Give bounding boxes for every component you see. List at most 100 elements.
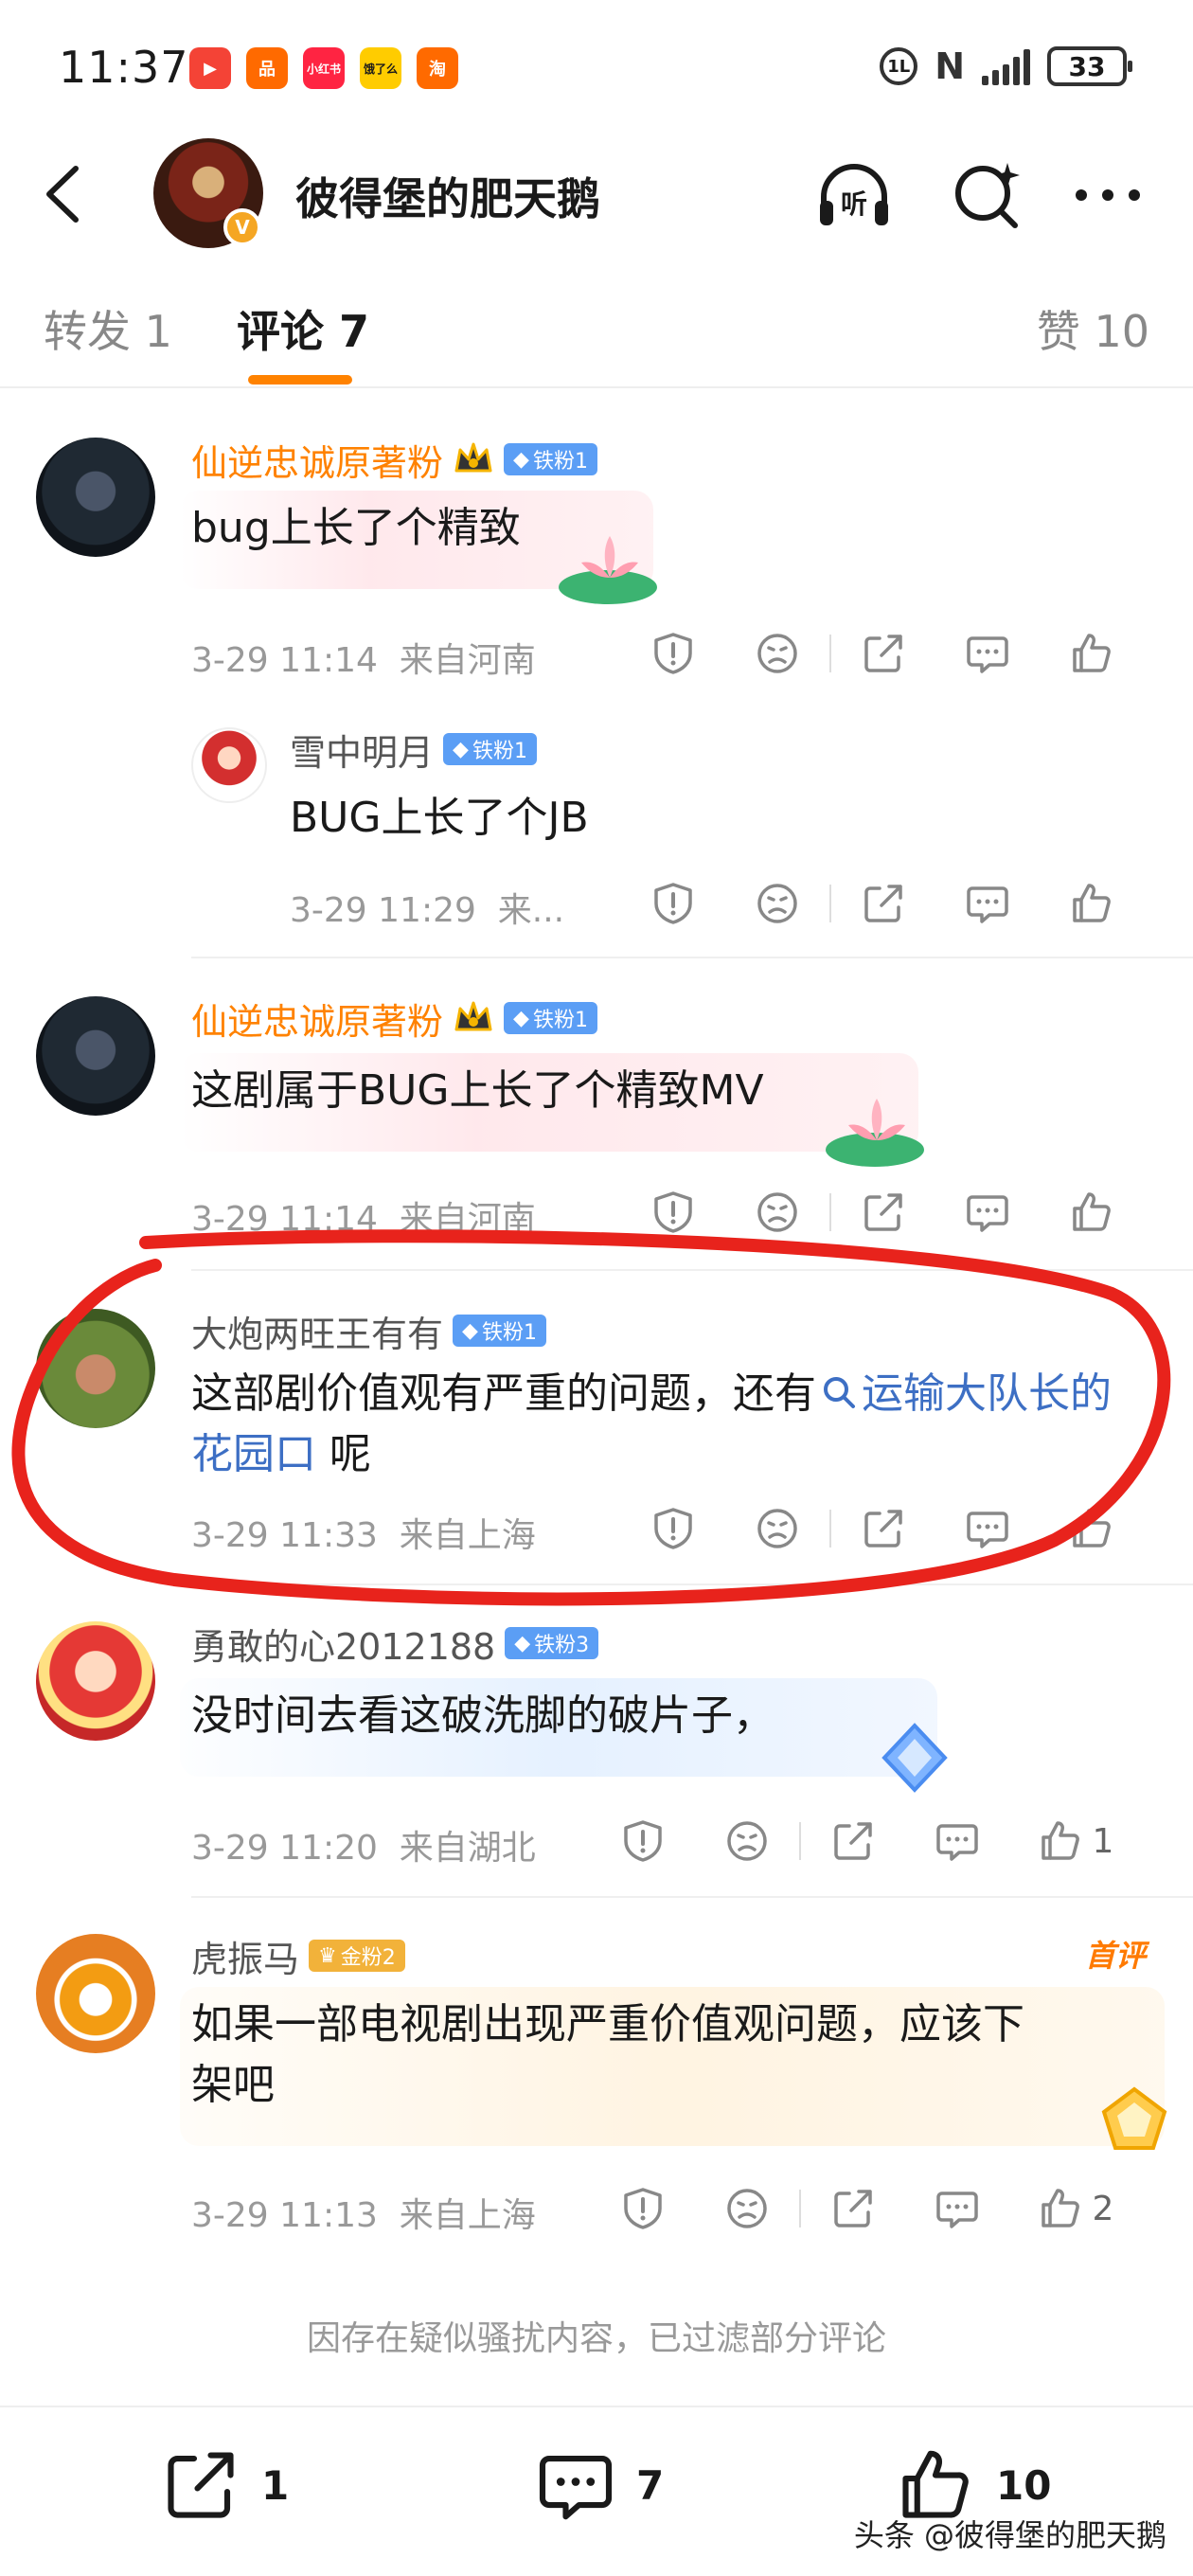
fan-badge: ◆ 铁粉1 xyxy=(443,733,537,765)
report-button[interactable] xyxy=(621,875,725,932)
fan-badge-label: 铁粉1 xyxy=(472,740,527,763)
share-button[interactable] xyxy=(831,1500,935,1557)
comment-text-line2: 架吧 xyxy=(191,2061,275,2109)
share-icon xyxy=(168,2452,234,2518)
like-button[interactable] xyxy=(1040,1184,1144,1241)
tab-comment[interactable]: 评论 7 xyxy=(237,297,369,360)
reply-button[interactable] xyxy=(905,2180,1009,2237)
reply-button[interactable] xyxy=(935,875,1040,932)
dislike-button[interactable] xyxy=(725,875,829,932)
comment-text-prefix: 这部剧价值观有严重的问题，还有 xyxy=(191,1369,816,1418)
taobao-app-icon: 淘 xyxy=(417,47,458,89)
first-comment-tag: 首评 xyxy=(1084,1938,1146,1974)
like-button[interactable] xyxy=(1040,875,1144,932)
hd-call-icon: 1L xyxy=(880,47,918,85)
share-button[interactable] xyxy=(801,1813,905,1869)
share-icon xyxy=(861,631,906,676)
frown-face-icon xyxy=(724,2186,770,2231)
comment-text-suffix: 呢 xyxy=(329,1430,371,1478)
dislike-button[interactable] xyxy=(725,1184,829,1241)
report-button[interactable] xyxy=(591,1813,695,1869)
commenter-name[interactable]: 仙逆忠诚原著粉 xyxy=(191,993,443,1045)
signal-icon xyxy=(982,47,1030,85)
comment-divider xyxy=(191,957,1193,958)
comment-divider xyxy=(191,1583,1193,1585)
comment-actions: 2 xyxy=(591,2180,1142,2237)
comment-text: 如果一部电视剧出现严重价值观问题，应该下 架吧 xyxy=(191,1995,1138,2116)
commenter-avatar[interactable] xyxy=(36,1934,155,2053)
diamond-icon: ◆ xyxy=(462,1318,478,1343)
dislike-button[interactable] xyxy=(695,1813,799,1869)
bottom-repost-button[interactable]: 1 xyxy=(161,2445,289,2525)
search-button[interactable] xyxy=(947,155,1026,235)
share-button[interactable] xyxy=(831,1184,935,1241)
fan-badge: ♛ 金粉2 xyxy=(309,1940,405,1972)
commenter-avatar[interactable] xyxy=(36,1309,155,1428)
replier-avatar[interactable] xyxy=(191,727,267,803)
comment-text-line1: 如果一部电视剧出现严重价值观问题，应该下 xyxy=(191,2000,1024,2048)
like-button[interactable] xyxy=(1040,1500,1144,1557)
like-button[interactable] xyxy=(1040,625,1144,682)
more-button[interactable] xyxy=(1068,155,1148,235)
tab-like[interactable]: 赞 10 xyxy=(1037,297,1149,360)
thumbs-up-icon xyxy=(1069,1506,1114,1551)
report-button[interactable] xyxy=(591,2180,695,2237)
thumbs-up-icon xyxy=(1069,631,1114,676)
dislike-button[interactable] xyxy=(725,1500,829,1557)
video-app-icon: ▶ xyxy=(189,47,231,89)
report-button[interactable] xyxy=(621,625,725,682)
tab-repost[interactable]: 转发 1 xyxy=(44,297,172,360)
commenter-name[interactable]: 勇敢的心2012188 xyxy=(191,1618,495,1670)
back-button[interactable] xyxy=(38,161,95,227)
share-button[interactable] xyxy=(801,2180,905,2237)
commenter-name[interactable]: 虎振马 xyxy=(191,1930,299,1982)
commenter-info: 虎振马 ♛ 金粉2 xyxy=(191,1930,405,1982)
replier-name[interactable]: 雪中明月 xyxy=(290,724,434,776)
reply-text: BUG上长了个JB xyxy=(290,794,589,842)
comment-text: 这剧属于BUG上长了个精致MV xyxy=(191,1066,764,1115)
crown-icon xyxy=(453,438,494,480)
report-shield-icon xyxy=(650,881,696,926)
commenter-name[interactable]: 仙逆忠诚原著粉 xyxy=(191,434,443,486)
dislike-button[interactable] xyxy=(695,2180,799,2237)
bottom-comment-count: 7 xyxy=(636,2461,665,2509)
comment-actions xyxy=(621,625,1144,682)
commenter-info: 大炮两旺王有有 ◆ 铁粉1 xyxy=(191,1305,546,1357)
bottom-comment-button[interactable]: 7 xyxy=(536,2445,664,2525)
status-time: 11:37 xyxy=(59,42,189,93)
comment-meta: 3-29 11:14 来自河南 xyxy=(191,1191,536,1241)
comment-meta: 3-29 11:14 来自河南 xyxy=(191,633,536,682)
listen-button[interactable]: 听 xyxy=(814,155,894,235)
like-button[interactable]: 2 xyxy=(1009,2180,1142,2237)
comment-time: 3-29 11:33 xyxy=(191,1516,378,1555)
commenter-name[interactable]: 大炮两旺王有有 xyxy=(191,1305,443,1357)
dislike-button[interactable] xyxy=(725,625,829,682)
comment-actions xyxy=(621,1500,1144,1557)
report-shield-icon xyxy=(650,1190,696,1235)
comment-meta: 3-29 11:20 来自湖北 xyxy=(191,1820,536,1869)
replier-info: 雪中明月 ◆ 铁粉1 xyxy=(290,724,537,776)
reply-button[interactable] xyxy=(935,1500,1040,1557)
reply-meta: 3-29 11:29 来... xyxy=(290,883,564,932)
comment-time: 3-29 11:13 xyxy=(191,2196,378,2235)
reply-button[interactable] xyxy=(905,1813,1009,1869)
commenter-avatar[interactable] xyxy=(36,1621,155,1741)
author-name[interactable]: 彼得堡的肥天鹅 xyxy=(295,165,600,227)
frown-face-icon xyxy=(724,1818,770,1864)
frown-face-icon xyxy=(755,1506,800,1551)
reply-button[interactable] xyxy=(935,625,1040,682)
share-button[interactable] xyxy=(831,625,935,682)
reply-button[interactable] xyxy=(935,1184,1040,1241)
like-button[interactable]: 1 xyxy=(1009,1813,1142,1869)
commenter-avatar[interactable] xyxy=(36,996,155,1116)
report-button[interactable] xyxy=(621,1500,725,1557)
nfc-icon: N xyxy=(935,45,965,87)
commenter-avatar[interactable] xyxy=(36,438,155,557)
comment-divider xyxy=(191,1269,1193,1271)
report-button[interactable] xyxy=(621,1184,725,1241)
xiaohongshu-app-icon: 小红书 xyxy=(303,47,345,89)
share-button[interactable] xyxy=(831,875,935,932)
verified-badge-icon: V xyxy=(223,208,261,246)
thumbs-up-icon xyxy=(1069,881,1114,926)
bottom-action-bar: 1 7 10 头条 @彼得堡的肥天鹅 xyxy=(0,2406,1193,2576)
